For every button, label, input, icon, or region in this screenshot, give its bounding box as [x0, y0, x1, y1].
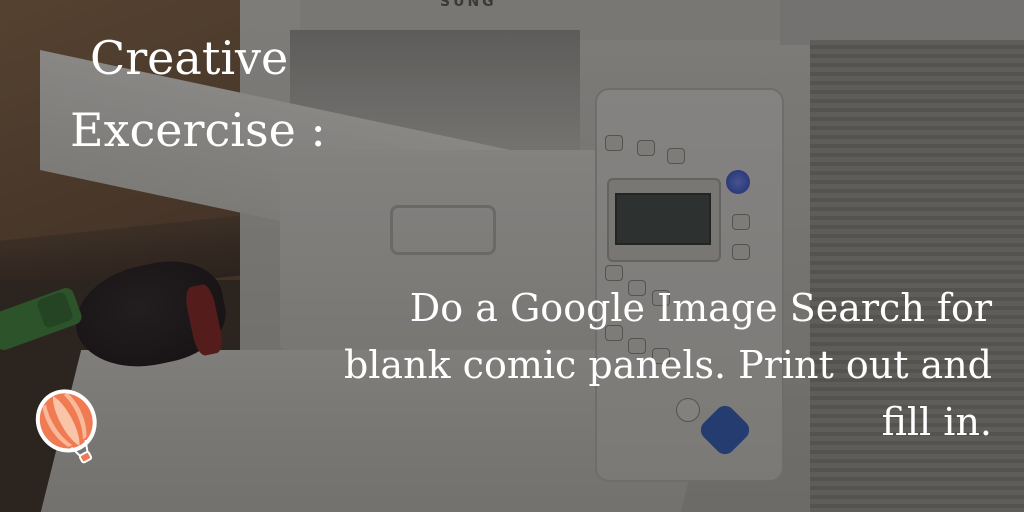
instruction-line-2: blank comic panels. Print out and	[343, 343, 992, 387]
hot-air-balloon-icon	[35, 389, 97, 464]
instruction-line-1: Do a Google Image Search for	[409, 286, 992, 330]
title: Creative Excercise :	[70, 22, 370, 166]
title-line-1: Creative	[90, 31, 289, 85]
title-line-2: Excercise :	[70, 103, 326, 157]
instruction-text: Do a Google Image Search for blank comic…	[272, 280, 992, 451]
instruction-line-3: fill in.	[881, 400, 992, 444]
canvas: SUNG Creative Excercise : Do a Google Im…	[0, 0, 1024, 512]
